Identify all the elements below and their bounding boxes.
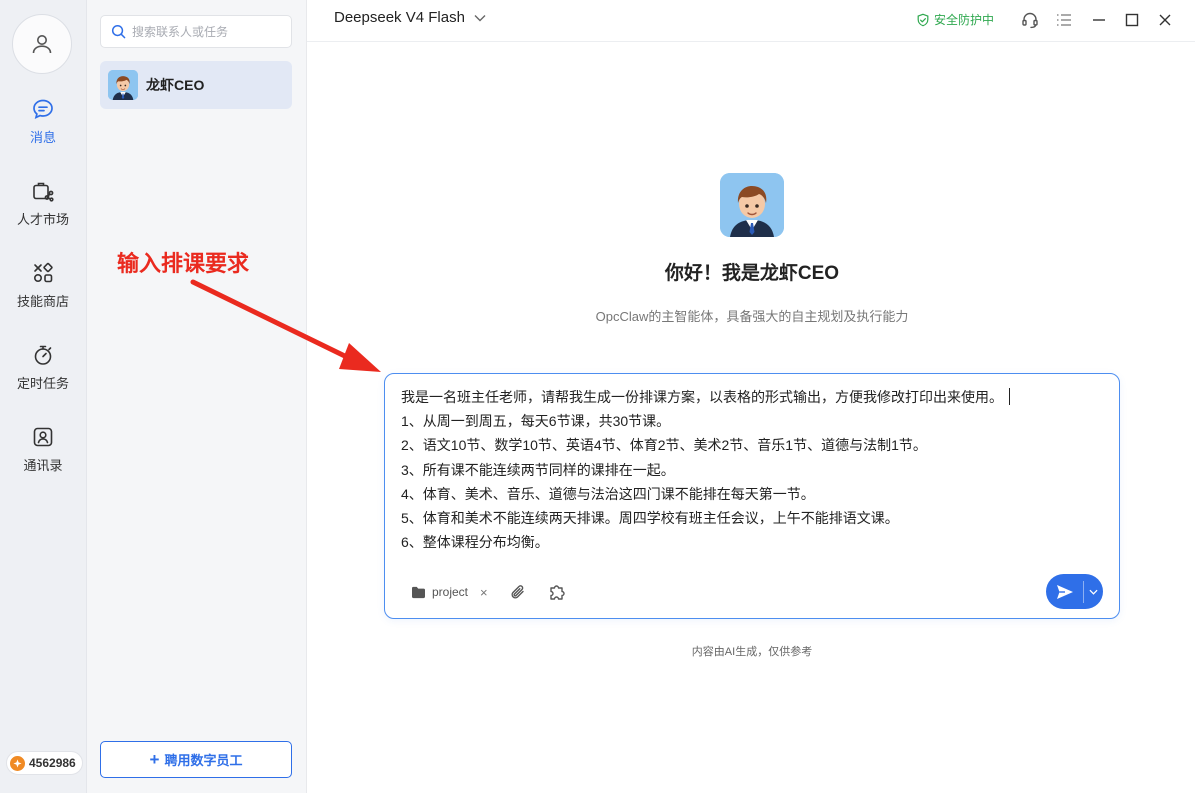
contact-item-ceo[interactable]: 龙虾CEO [100,61,292,109]
minimize-icon [1093,19,1105,21]
contact-card-icon [30,424,56,450]
maximize-button[interactable] [1122,10,1142,30]
nav-skill-store[interactable]: 技能商店 [0,256,86,318]
ai-disclaimer: 内容由AI生成，仅供参考 [691,646,813,658]
attach-button[interactable] [510,584,526,600]
text-caret [1009,388,1010,405]
nav-talent-market-label: 人才市场 [16,212,69,227]
contact-list-panel: 龙虾CEO + 聘用数字员工 [87,0,307,793]
points-value: 4562986 [29,756,76,770]
welcome-greeting: 你好！我是龙虾CEO [664,263,840,284]
user-icon [32,35,52,54]
composer-text[interactable]: 我是一名班主任老师，请帮我生成一份排课方案，以表格的形式输出，方便我修改打印出来… [401,385,1101,554]
security-label: 安全防护中 [934,13,995,27]
folder-icon [412,586,425,598]
chat-bubble-icon [30,96,56,122]
nav-messages[interactable]: 消息 [0,92,86,154]
coin-icon [10,755,25,771]
nav-skill-store-label: 技能商店 [16,294,69,309]
headset-icon [1022,12,1038,29]
annotation-arrow-icon [190,279,381,372]
composer-line: 6、整体课程分布均衡。 [401,534,549,551]
composer-line: 3、所有课不能连续两节同样的课排在一起。 [401,461,675,478]
hire-button-label: 聘用数字员工 [164,753,243,768]
briefcase-share-icon [30,178,56,204]
composer-line: 1、从周一到周五，每天6节课，共30节课。 [401,413,671,430]
hire-digital-employee-button[interactable]: + 聘用数字员工 [100,741,292,778]
shield-check-icon [917,13,929,26]
nav-talent-market[interactable]: 人才市场 [0,174,86,236]
model-selector[interactable]: Deepseek V4 Flash [334,9,486,26]
ceo-avatar-large [720,173,784,237]
message-composer[interactable]: 我是一名班主任老师，请帮我生成一份排课方案，以表格的形式输出，方便我修改打印出来… [384,373,1120,619]
menu-button[interactable] [1054,10,1074,30]
composer-line: 5、体育和美术不能连续两天排课。周四学校有班主任会议，上午不能排语文课。 [401,510,899,527]
contact-name: 龙虾CEO [146,77,205,93]
plus-icon: + [149,749,160,769]
nav-scheduled-tasks[interactable]: 定时任务 [0,338,86,400]
nav-contacts-label: 通讯录 [23,458,63,473]
search-box[interactable] [100,15,292,48]
project-chip[interactable]: project [411,585,468,599]
ceo-avatar [108,70,138,100]
puzzle-icon [549,585,565,600]
plugin-button[interactable] [548,583,566,601]
list-menu-icon [1057,14,1071,26]
search-input[interactable] [132,24,282,39]
chevron-down-icon [474,14,486,21]
nav-contacts[interactable]: 通讯录 [0,420,86,482]
annotation-label: 输入排课要求 [117,251,250,276]
model-name: Deepseek V4 Flash [334,9,465,26]
chevron-down-icon [1089,589,1098,595]
project-label: project [432,585,469,599]
chat-header: Deepseek V4 Flash 安全防护中 [307,0,1195,42]
paperclip-icon [511,585,524,599]
security-status[interactable]: 安全防护中 [916,11,994,28]
nav-messages-label: 消息 [29,130,56,145]
apps-grid-icon [30,260,56,286]
minimize-button[interactable] [1089,10,1109,30]
left-nav-rail: 消息 人才市场 技能商店 定时任务 通讯录 4562986 [0,0,87,793]
composer-line: 我是一名班主任老师，请帮我生成一份排课方案，以表格的形式输出，方便我修改打印出来… [401,385,1101,409]
nav-scheduled-tasks-label: 定时任务 [16,376,69,391]
send-button[interactable] [1046,574,1083,609]
close-button[interactable] [1155,10,1175,30]
send-options-button[interactable] [1084,574,1103,609]
send-group [1046,574,1103,609]
support-button[interactable] [1020,10,1040,30]
maximize-icon [1125,13,1139,27]
composer-line: 2、语文10节、数学10节、英语4节、体育2节、美术2节、音乐1节、道德与法制1… [401,437,927,454]
user-avatar-button[interactable] [12,14,72,74]
stopwatch-icon [30,342,56,368]
search-icon [111,24,126,39]
points-badge[interactable]: 4562986 [6,751,83,775]
composer-toolbar: project × [411,583,566,601]
send-icon [1056,584,1073,599]
remove-project-button[interactable]: × [480,585,488,600]
composer-line: 4、体育、美术、音乐、道德与法治这四门课不能排在每天第一节。 [401,485,815,502]
welcome-subtitle: OpcClaw的主智能体，具备强大的自主规划及执行能力 [595,309,909,324]
close-icon [1159,14,1171,26]
